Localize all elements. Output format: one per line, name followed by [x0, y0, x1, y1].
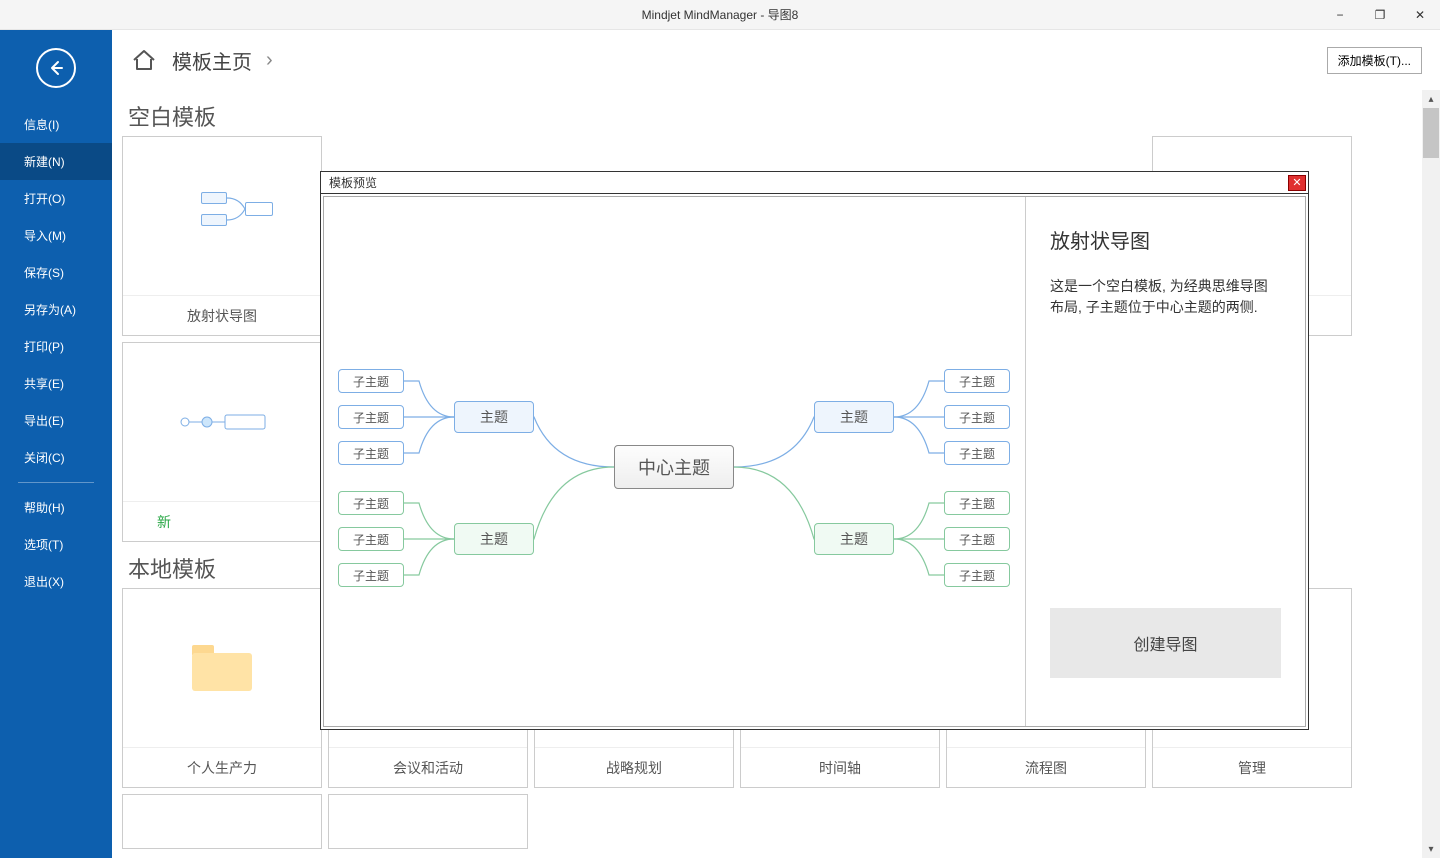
- template-label: 新: [123, 501, 321, 541]
- preview-side-panel: 放射状导图 这是一个空白模板, 为经典思维导图布局, 子主题位于中心主题的两侧.…: [1025, 197, 1305, 726]
- folder-label: 战略规划: [535, 747, 733, 787]
- node-topic: 主题: [814, 523, 894, 555]
- sidebar: 信息(I) 新建(N) 打开(O) 导入(M) 保存(S) 另存为(A) 打印(…: [0, 30, 112, 858]
- sidebar-item-options[interactable]: 选项(T): [0, 526, 112, 563]
- folder-label: 时间轴: [741, 747, 939, 787]
- preview-canvas: 中心主题 主题 子主题 子主题 子主题 主题 子主题 子主题 子主题 主题 子主…: [324, 197, 1025, 726]
- folder-icon: [192, 645, 252, 691]
- dialog-titlebar[interactable]: 模板预览 ✕: [321, 172, 1308, 194]
- template-card-radial[interactable]: 放射状导图: [122, 136, 322, 336]
- folder-label: 流程图: [947, 747, 1145, 787]
- window-controls: − ❐ ✕: [1320, 0, 1440, 30]
- node-subtopic: 子主题: [338, 405, 404, 429]
- minimize-button[interactable]: −: [1320, 0, 1360, 30]
- sidebar-separator: [18, 482, 94, 483]
- add-template-button[interactable]: 添加模板(T)...: [1327, 47, 1422, 74]
- dialog-title: 模板预览: [329, 174, 377, 191]
- template-card[interactable]: 新: [122, 342, 322, 542]
- node-topic: 主题: [454, 523, 534, 555]
- template-thumb: [123, 137, 321, 295]
- scroll-down-icon[interactable]: ▾: [1422, 840, 1440, 858]
- create-map-button[interactable]: 创建导图: [1050, 608, 1281, 678]
- node-subtopic: 子主题: [338, 369, 404, 393]
- scrollbar[interactable]: ▴ ▾: [1422, 90, 1440, 858]
- folder-card[interactable]: 个人生产力: [122, 588, 322, 788]
- node-subtopic: 子主题: [944, 441, 1010, 465]
- sidebar-item-export[interactable]: 导出(E): [0, 402, 112, 439]
- node-topic: 主题: [814, 401, 894, 433]
- dialog-close-button[interactable]: ✕: [1288, 175, 1306, 191]
- template-thumb: [123, 343, 321, 501]
- node-subtopic: 子主题: [944, 369, 1010, 393]
- sidebar-item-info[interactable]: 信息(I): [0, 106, 112, 143]
- chevron-right-icon: ›: [266, 49, 273, 72]
- node-subtopic: 子主题: [338, 563, 404, 587]
- sidebar-item-saveas[interactable]: 另存为(A): [0, 291, 112, 328]
- sidebar-item-close[interactable]: 关闭(C): [0, 439, 112, 476]
- content-header: 模板主页 › 添加模板(T)...: [112, 30, 1440, 90]
- sidebar-item-share[interactable]: 共享(E): [0, 365, 112, 402]
- maximize-button[interactable]: ❐: [1360, 0, 1400, 30]
- titlebar: Mindjet MindManager - 导图8 − ❐ ✕: [0, 0, 1440, 30]
- section-title-blank: 空白模板: [128, 100, 1418, 132]
- node-subtopic: 子主题: [338, 491, 404, 515]
- sidebar-item-help[interactable]: 帮助(H): [0, 489, 112, 526]
- sidebar-item-new[interactable]: 新建(N): [0, 143, 112, 180]
- sidebar-item-exit[interactable]: 退出(X): [0, 563, 112, 600]
- sidebar-item-open[interactable]: 打开(O): [0, 180, 112, 217]
- node-subtopic: 子主题: [944, 491, 1010, 515]
- close-button[interactable]: ✕: [1400, 0, 1440, 30]
- template-preview-dialog: 模板预览 ✕: [320, 171, 1309, 730]
- preview-description: 这是一个空白模板, 为经典思维导图布局, 子主题位于中心主题的两侧.: [1050, 276, 1281, 318]
- content: 模板主页 › 添加模板(T)... ▴ ▾ 空白模板: [112, 30, 1440, 858]
- back-button[interactable]: [36, 48, 76, 88]
- folder-label: 会议和活动: [329, 747, 527, 787]
- folder-card[interactable]: [122, 794, 322, 849]
- scroll-up-icon[interactable]: ▴: [1422, 90, 1440, 108]
- sidebar-item-print[interactable]: 打印(P): [0, 328, 112, 365]
- breadcrumb[interactable]: 模板主页 ›: [130, 46, 273, 75]
- node-subtopic: 子主题: [944, 527, 1010, 551]
- folder-label: 管理: [1153, 747, 1351, 787]
- scroll-thumb[interactable]: [1423, 108, 1439, 158]
- sidebar-item-save[interactable]: 保存(S): [0, 254, 112, 291]
- folder-label: 个人生产力: [123, 747, 321, 787]
- folder-card[interactable]: [328, 794, 528, 849]
- node-subtopic: 子主题: [944, 405, 1010, 429]
- template-label: 放射状导图: [123, 295, 321, 335]
- sidebar-item-import[interactable]: 导入(M): [0, 217, 112, 254]
- window-title: Mindjet MindManager - 导图8: [642, 6, 799, 23]
- node-subtopic: 子主题: [338, 441, 404, 465]
- preview-title: 放射状导图: [1050, 225, 1281, 254]
- home-icon: [130, 48, 158, 72]
- node-center: 中心主题: [614, 445, 734, 489]
- arrow-left-icon: [46, 58, 66, 78]
- node-topic: 主题: [454, 401, 534, 433]
- breadcrumb-label: 模板主页: [172, 46, 252, 75]
- node-subtopic: 子主题: [944, 563, 1010, 587]
- node-subtopic: 子主题: [338, 527, 404, 551]
